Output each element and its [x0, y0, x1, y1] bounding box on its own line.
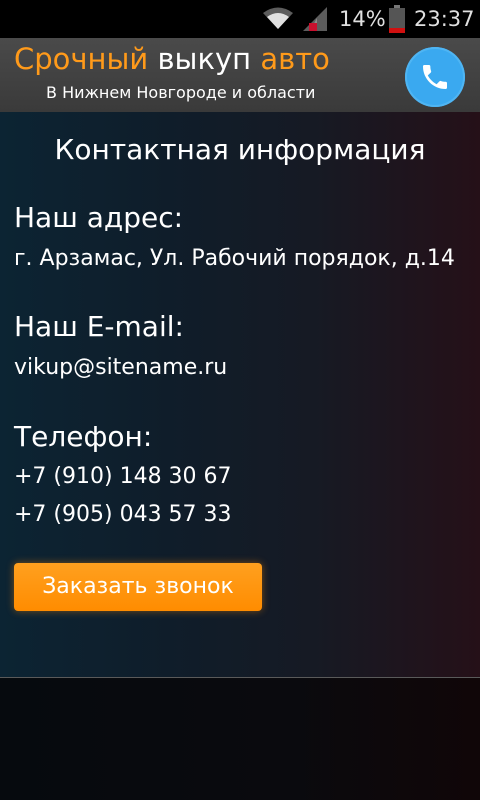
email-link[interactable]: vikup@sitename.ru [14, 353, 227, 383]
call-button[interactable] [405, 47, 465, 107]
status-bar: 14% 23:37 [0, 0, 480, 38]
contact-content: Контактная информация Наш адрес: г. Арза… [0, 112, 480, 678]
page-title: Контактная информация [54, 133, 426, 166]
brand-title-part-3: авто [260, 42, 330, 76]
brand-title-part-1: Срочный [14, 42, 149, 76]
battery-percent: 14% [339, 7, 386, 31]
phone-number-2[interactable]: +7 (905) 043 57 33 [14, 500, 232, 530]
address-value: г. Арзамас, Ул. Рабочий порядок, д.14 [14, 246, 455, 271]
screen: 14% 23:37 Срочный выкуп авто В Нижнем Но… [0, 0, 480, 800]
phone-number-1[interactable]: +7 (910) 148 30 67 [14, 462, 232, 492]
app-header: Срочный выкуп авто В Нижнем Новгороде и … [0, 38, 480, 112]
phone-icon [423, 65, 447, 89]
order-call-button[interactable]: Заказать звонок [14, 563, 262, 611]
email-label: Наш E-mail: [14, 310, 184, 343]
brand-title-part-2: выкуп [157, 42, 252, 76]
clock: 23:37 [414, 7, 475, 31]
phone-label: Телефон: [14, 420, 153, 453]
battery-icon [389, 5, 405, 33]
address-label: Наш адрес: [14, 201, 184, 234]
signal-icon [303, 7, 327, 31]
brand-subtitle: В Нижнем Новгороде и области [46, 83, 316, 102]
wifi-icon [263, 7, 293, 29]
footer [0, 678, 480, 800]
brand-title: Срочный выкуп авто [14, 40, 330, 78]
